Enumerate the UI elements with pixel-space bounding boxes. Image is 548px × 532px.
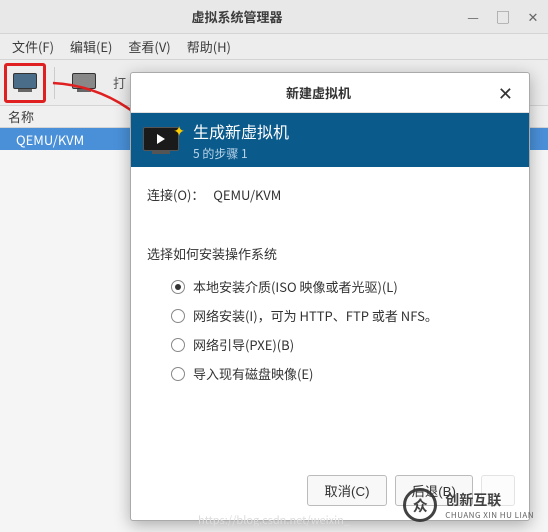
watermark-en: CHUANG XIN HU LIAN <box>445 510 534 521</box>
monitor-icon <box>72 73 96 92</box>
dialog-titlebar: 新建虚拟机 ✕ <box>131 73 529 113</box>
dialog-body: 连接(O)： QEMU/KVM 选择如何安装操作系统 本地安装介质(ISO 映像… <box>131 167 529 395</box>
cancel-button[interactable]: 取消(C) <box>307 475 386 506</box>
menu-help[interactable]: 帮助(H) <box>179 37 239 56</box>
menu-view[interactable]: 查看(V) <box>120 37 178 56</box>
watermark-icon: 众 <box>403 488 437 522</box>
dialog-title: 新建虚拟机 <box>143 83 494 102</box>
connection-label: 连接(O)： <box>147 185 204 204</box>
close-button[interactable]: ✕ <box>526 10 540 24</box>
radio-import[interactable]: 导入现有磁盘映像(E) <box>171 364 513 383</box>
menu-file[interactable]: 文件(F) <box>4 37 62 56</box>
radio-icon <box>171 367 185 381</box>
monitor-new-icon <box>13 73 37 92</box>
url-watermark: https://blog.csdn.net/weixin_ <box>198 512 350 528</box>
radio-pxe[interactable]: 网络引导(PXE)(B) <box>171 335 513 354</box>
main-titlebar: 虚拟系统管理器 — ▢ ✕ <box>0 0 548 34</box>
dialog-step-text: 5 的步骤 1 <box>193 145 289 162</box>
toolbar-open-label: 打 <box>113 73 126 92</box>
main-window-title: 虚拟系统管理器 <box>8 7 466 26</box>
window-controls: — ▢ ✕ <box>466 10 540 24</box>
connection-value: QEMU/KVM <box>213 185 281 204</box>
radio-icon <box>171 338 185 352</box>
connection-row: 连接(O)： QEMU/KVM <box>147 185 513 204</box>
maximize-button[interactable]: ▢ <box>496 10 510 24</box>
dialog-header-title: 生成新虚拟机 <box>193 119 289 143</box>
new-vm-button[interactable] <box>4 63 46 103</box>
radio-network-install[interactable]: 网络安装(I)，可为 HTTP、FTP 或者 NFS。 <box>171 306 513 325</box>
new-vm-dialog: 新建虚拟机 ✕ ✦ 生成新虚拟机 5 的步骤 1 连接(O)： QEMU/KVM… <box>130 72 530 521</box>
radio-label-local-iso: 本地安装介质(ISO 映像或者光驱)(L) <box>193 277 398 296</box>
radio-label-pxe: 网络引导(PXE)(B) <box>193 335 294 354</box>
radio-label-network: 网络安装(I)，可为 HTTP、FTP 或者 NFS。 <box>193 306 438 325</box>
radio-icon <box>171 309 185 323</box>
radio-local-iso[interactable]: 本地安装介质(ISO 映像或者光驱)(L) <box>171 277 513 296</box>
install-section-label: 选择如何安装操作系统 <box>147 244 513 263</box>
dialog-close-button[interactable]: ✕ <box>494 80 517 106</box>
menubar: 文件(F) 编辑(E) 查看(V) 帮助(H) <box>0 34 548 60</box>
watermark-logo: 众 创新互联 CHUANG XIN HU LIAN <box>403 488 534 522</box>
open-vm-button[interactable] <box>63 63 105 103</box>
dialog-header: ✦ 生成新虚拟机 5 的步骤 1 <box>131 113 529 167</box>
radio-label-import: 导入现有磁盘映像(E) <box>193 364 313 383</box>
vm-wizard-icon: ✦ <box>143 127 179 154</box>
minimize-button[interactable]: — <box>466 10 480 24</box>
dialog-header-text: 生成新虚拟机 5 的步骤 1 <box>193 119 289 162</box>
menu-edit[interactable]: 编辑(E) <box>62 37 120 56</box>
radio-icon <box>171 280 185 294</box>
watermark-cn: 创新互联 <box>445 490 534 510</box>
install-radio-group: 本地安装介质(ISO 映像或者光驱)(L) 网络安装(I)，可为 HTTP、FT… <box>147 277 513 383</box>
